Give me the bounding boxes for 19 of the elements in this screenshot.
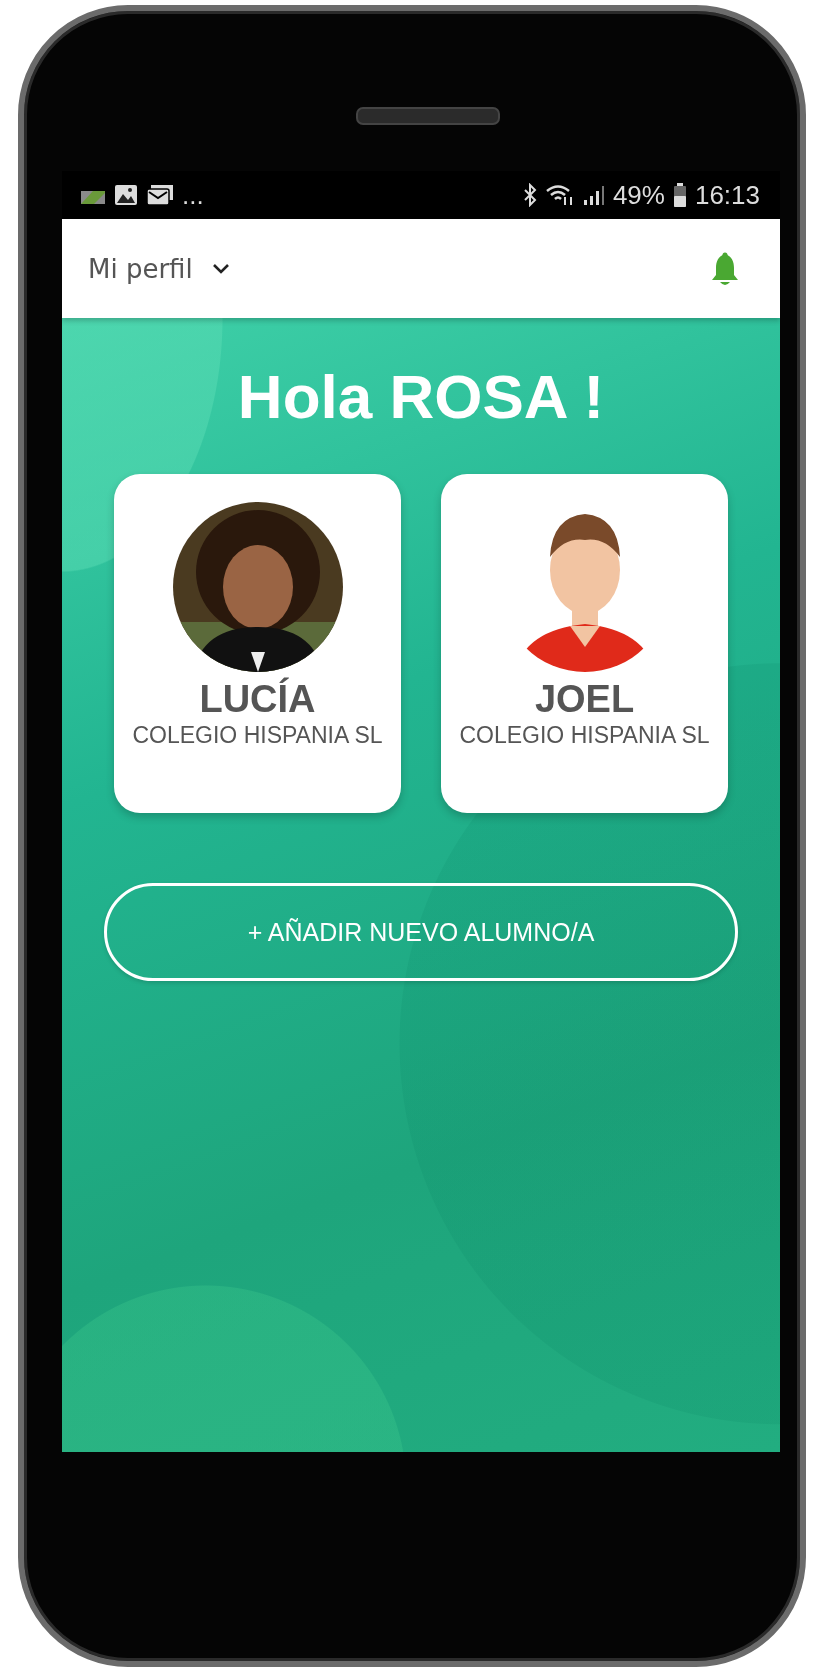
student-card[interactable]: LUCÍA COLEGIO HISPANIA SL	[114, 474, 401, 813]
bluetooth-icon	[522, 183, 537, 207]
bell-icon[interactable]	[710, 251, 740, 286]
chevron-down-icon	[210, 261, 231, 276]
mail-icon	[146, 184, 174, 206]
clock-time: 16:13	[694, 180, 760, 210]
school-name: COLEGIO HISPANIA SL	[132, 721, 383, 750]
profile-menu[interactable]: Mi perfil	[84, 249, 235, 288]
battery-percentage: 49%	[612, 180, 665, 210]
more-notifications: ...	[182, 180, 204, 210]
signal-icon	[582, 184, 605, 206]
wifi-icon	[544, 183, 575, 207]
school-name: COLEGIO HISPANIA SL	[459, 721, 710, 750]
image-icon	[114, 184, 138, 206]
battery-icon	[672, 182, 687, 208]
student-card[interactable]: JOEL COLEGIO HISPANIA SL	[441, 474, 728, 813]
student-name: JOEL	[534, 678, 635, 720]
student-name: LUCÍA	[199, 678, 316, 720]
greeting-title: Hola ROSA !	[237, 361, 605, 433]
